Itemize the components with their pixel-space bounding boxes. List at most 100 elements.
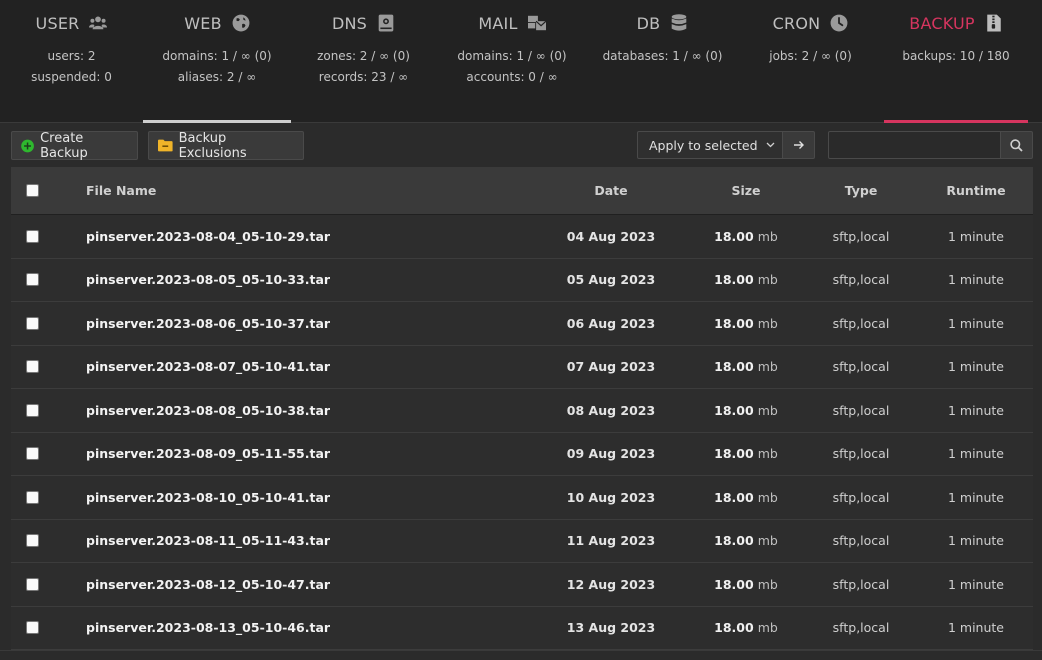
tab-mail-label: MAIL: [478, 13, 518, 33]
tab-db-head: DB: [588, 13, 737, 33]
search-icon: [1010, 138, 1023, 152]
search-group: [828, 131, 1033, 159]
bottom-divider: [0, 650, 1042, 660]
backup-size: 18.00 mb: [701, 259, 791, 302]
table-row[interactable]: pinserver.2023-08-12_05-10-47.tar 12 Aug …: [11, 563, 1033, 607]
backup-exclusions-label: Backup Exclusions: [178, 130, 247, 161]
backup-type: sftp,local: [832, 228, 890, 244]
row-checkbox[interactable]: [26, 534, 39, 548]
row-checkbox[interactable]: [26, 577, 39, 591]
tab-user[interactable]: USER users: 2 suspended: 0: [0, 0, 143, 123]
stat-cron-jobs: jobs: 2 / ∞ (0): [769, 49, 852, 63]
backup-file-name[interactable]: pinserver.2023-08-13_05-10-46.tar: [86, 607, 330, 650]
search-button[interactable]: [1001, 131, 1033, 159]
tab-backup-underline: [884, 120, 1028, 123]
table-row[interactable]: pinserver.2023-08-05_05-10-33.tar 05 Aug …: [11, 259, 1033, 302]
backup-runtime: 1 minute: [947, 402, 1004, 418]
clock-icon: [830, 14, 848, 32]
tab-db[interactable]: DB databases: 1 / ∞ (0): [588, 0, 737, 123]
row-check-cell: [26, 259, 39, 302]
backup-size-value: 18.00: [714, 489, 754, 505]
backup-runtime: 1 minute: [947, 315, 1004, 331]
row-checkbox[interactable]: [26, 316, 39, 330]
backup-runtime: 1 minute: [947, 533, 1004, 549]
tab-web-underline: [143, 120, 291, 123]
create-backup-button[interactable]: Create Backup: [11, 131, 138, 161]
table-row[interactable]: pinserver.2023-08-10_05-10-41.tar 10 Aug …: [11, 476, 1033, 520]
backup-type: sftp,local: [832, 315, 890, 331]
row-checkbox[interactable]: [26, 403, 39, 417]
header-check-cell: [26, 167, 39, 214]
backup-file-name[interactable]: pinserver.2023-08-10_05-10-41.tar: [86, 476, 330, 519]
row-checkbox[interactable]: [26, 490, 39, 504]
backup-type: sftp,local: [832, 533, 890, 549]
table-row[interactable]: pinserver.2023-08-11_05-11-43.tar 11 Aug …: [11, 520, 1033, 563]
table-row[interactable]: pinserver.2023-08-13_05-10-46.tar 13 Aug …: [11, 607, 1033, 650]
stat-suspended: suspended: 0: [31, 70, 112, 84]
backup-file-name[interactable]: pinserver.2023-08-08_05-10-38.tar: [86, 389, 330, 432]
backup-file-name[interactable]: pinserver.2023-08-12_05-10-47.tar: [86, 563, 330, 606]
apply-bulk-button[interactable]: [783, 131, 815, 159]
backup-size-unit: mb: [757, 272, 778, 288]
backup-file-name[interactable]: pinserver.2023-08-06_05-10-37.tar: [86, 302, 330, 345]
backup-table: File Name Date Size Type Runtime pinserv…: [11, 167, 1033, 650]
backup-file-name[interactable]: pinserver.2023-08-09_05-11-55.tar: [86, 433, 330, 476]
chevron-down-icon: [766, 142, 775, 148]
table-row[interactable]: pinserver.2023-08-06_05-10-37.tar 06 Aug …: [11, 302, 1033, 346]
backup-size-unit: mb: [757, 576, 778, 592]
backup-date: 11 Aug 2023: [566, 533, 656, 549]
backup-type: sftp,local: [832, 576, 890, 592]
col-runtime[interactable]: Runtime: [926, 167, 1026, 214]
tab-backup-head: BACKUP: [884, 13, 1028, 33]
bulk-action-select[interactable]: Apply to selected: [637, 131, 783, 159]
backup-type: sftp,local: [832, 272, 890, 288]
backup-runtime: 1 minute: [947, 446, 1004, 462]
backup-runtime: 1 minute: [947, 576, 1004, 592]
globe-icon: [232, 14, 250, 32]
tab-dns[interactable]: DNS zones: 2 / ∞ (0) records: 23 / ∞: [291, 0, 436, 123]
backup-runtime: 1 minute: [947, 272, 1004, 288]
col-file-name[interactable]: File Name: [86, 167, 156, 214]
tab-dns-head: DNS: [291, 13, 436, 33]
col-type[interactable]: Type: [811, 167, 911, 214]
table-row[interactable]: pinserver.2023-08-08_05-10-38.tar 08 Aug …: [11, 389, 1033, 433]
backup-file-name[interactable]: pinserver.2023-08-11_05-11-43.tar: [86, 520, 330, 563]
backup-file-name[interactable]: pinserver.2023-08-07_05-10-41.tar: [86, 346, 330, 389]
tab-user-head: USER: [0, 13, 143, 33]
table-row[interactable]: pinserver.2023-08-09_05-11-55.tar 09 Aug …: [11, 433, 1033, 476]
row-checkbox[interactable]: [26, 229, 39, 243]
table-row[interactable]: pinserver.2023-08-07_05-10-41.tar 07 Aug …: [11, 346, 1033, 389]
row-checkbox[interactable]: [26, 360, 39, 374]
search-input[interactable]: [828, 131, 1001, 159]
row-checkbox[interactable]: [26, 621, 39, 635]
select-all-checkbox[interactable]: [26, 184, 39, 197]
col-date[interactable]: Date: [551, 167, 671, 214]
backup-size-unit: mb: [757, 315, 778, 331]
backup-size-value: 18.00: [714, 446, 754, 462]
tab-web[interactable]: WEB domains: 1 / ∞ (0) aliases: 2 / ∞: [143, 0, 291, 123]
table-row[interactable]: pinserver.2023-08-04_05-10-29.tar 04 Aug …: [11, 215, 1033, 259]
backup-date: 09 Aug 2023: [566, 446, 656, 462]
row-checkbox[interactable]: [26, 447, 39, 461]
backup-date: 04 Aug 2023: [566, 228, 656, 244]
row-checkbox[interactable]: [26, 273, 39, 287]
top-stats-bar: USER users: 2 suspended: 0 WEB domains: …: [0, 0, 1042, 123]
col-size[interactable]: Size: [701, 167, 791, 214]
tab-mail[interactable]: MAIL domains: 1 / ∞ (0) accounts: 0 / ∞: [436, 0, 588, 123]
row-check-cell: [26, 346, 39, 389]
backup-file-name[interactable]: pinserver.2023-08-05_05-10-33.tar: [86, 259, 330, 302]
backup-size-value: 18.00: [714, 315, 754, 331]
tab-web-head: WEB: [143, 13, 291, 33]
tab-cron-label: CRON: [772, 13, 821, 33]
backup-file-name[interactable]: pinserver.2023-08-04_05-10-29.tar: [86, 215, 330, 258]
tab-cron[interactable]: CRON jobs: 2 / ∞ (0): [737, 0, 884, 123]
backup-exclusions-button[interactable]: Backup Exclusions: [148, 130, 304, 161]
stat-dns-zones: zones: 2 / ∞ (0): [317, 49, 410, 63]
tab-backup[interactable]: BACKUP backups: 10 / 180: [884, 0, 1028, 123]
stat-dns-records: records: 23 / ∞: [318, 70, 409, 84]
backup-size-unit: mb: [757, 489, 778, 505]
backup-runtime: 1 minute: [947, 228, 1004, 244]
backup-size-value: 18.00: [714, 533, 754, 549]
backup-runtime: 1 minute: [947, 359, 1004, 375]
folder-minus-icon: [158, 139, 173, 152]
